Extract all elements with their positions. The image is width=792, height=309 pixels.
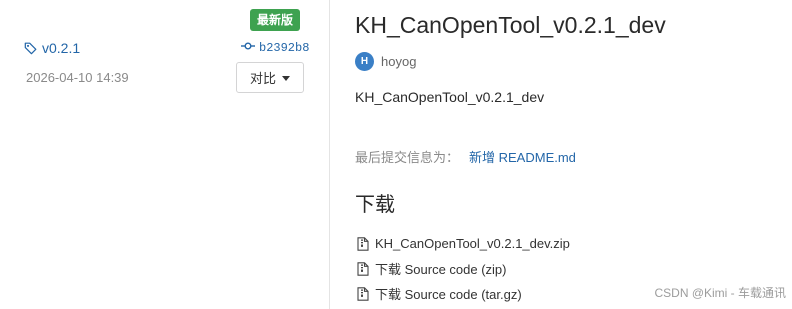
chevron-down-icon [282, 75, 290, 81]
compare-button[interactable]: 对比 [236, 62, 304, 93]
download-label: 下载 Source code (tar.gz) [375, 287, 522, 302]
commit-link[interactable]: b2392b8 [241, 40, 309, 56]
download-label: KH_CanOpenTool_v0.2.1_dev.zip [375, 236, 570, 251]
compare-label: 对比 [249, 71, 276, 86]
avatar: H [355, 52, 374, 71]
release-sidebar: 最新版 v0.2.1 b2392b8 2026-04-10 14:39 对比 [0, 0, 330, 309]
downloads-heading: 下载 [355, 194, 395, 216]
release-detail: KH_CanOpenTool_v0.2.1_dev H hoyog KH_Can… [355, 0, 792, 309]
last-commit-prefix: 最后提交信息为： [355, 150, 460, 165]
latest-badge: 最新版 [250, 9, 301, 31]
file-code-icon [357, 286, 369, 301]
last-commit-link[interactable]: 新增 README.md [469, 150, 576, 165]
download-source-zip[interactable]: 下载 Source code (zip) [357, 256, 570, 281]
file-zip-icon [357, 236, 369, 251]
release-description: KH_CanOpenTool_v0.2.1_dev [355, 89, 545, 105]
commit-icon [241, 41, 255, 55]
tag-label: v0.2.1 [42, 40, 81, 56]
release-title[interactable]: KH_CanOpenTool_v0.2.1_dev [355, 12, 666, 39]
release-author[interactable]: H hoyog [355, 52, 416, 71]
downloads-list: KH_CanOpenTool_v0.2.1_dev.zip 下载 Source … [357, 231, 570, 306]
release-tag[interactable]: v0.2.1 [24, 38, 80, 58]
download-label: 下载 Source code (zip) [375, 262, 507, 277]
tag-icon [24, 41, 38, 55]
author-name: hoyog [381, 54, 417, 69]
csdn-watermark: CSDN @Kimi - 车载通讯 [654, 286, 786, 300]
last-commit-info: 最后提交信息为： 新增 README.md [355, 147, 576, 166]
file-code-icon [357, 261, 369, 276]
commit-hash: b2392b8 [259, 41, 310, 55]
download-zip-asset[interactable]: KH_CanOpenTool_v0.2.1_dev.zip [357, 231, 570, 256]
release-date: 2026-04-10 14:39 [26, 70, 129, 85]
download-source-targz[interactable]: 下载 Source code (tar.gz) [357, 281, 570, 306]
